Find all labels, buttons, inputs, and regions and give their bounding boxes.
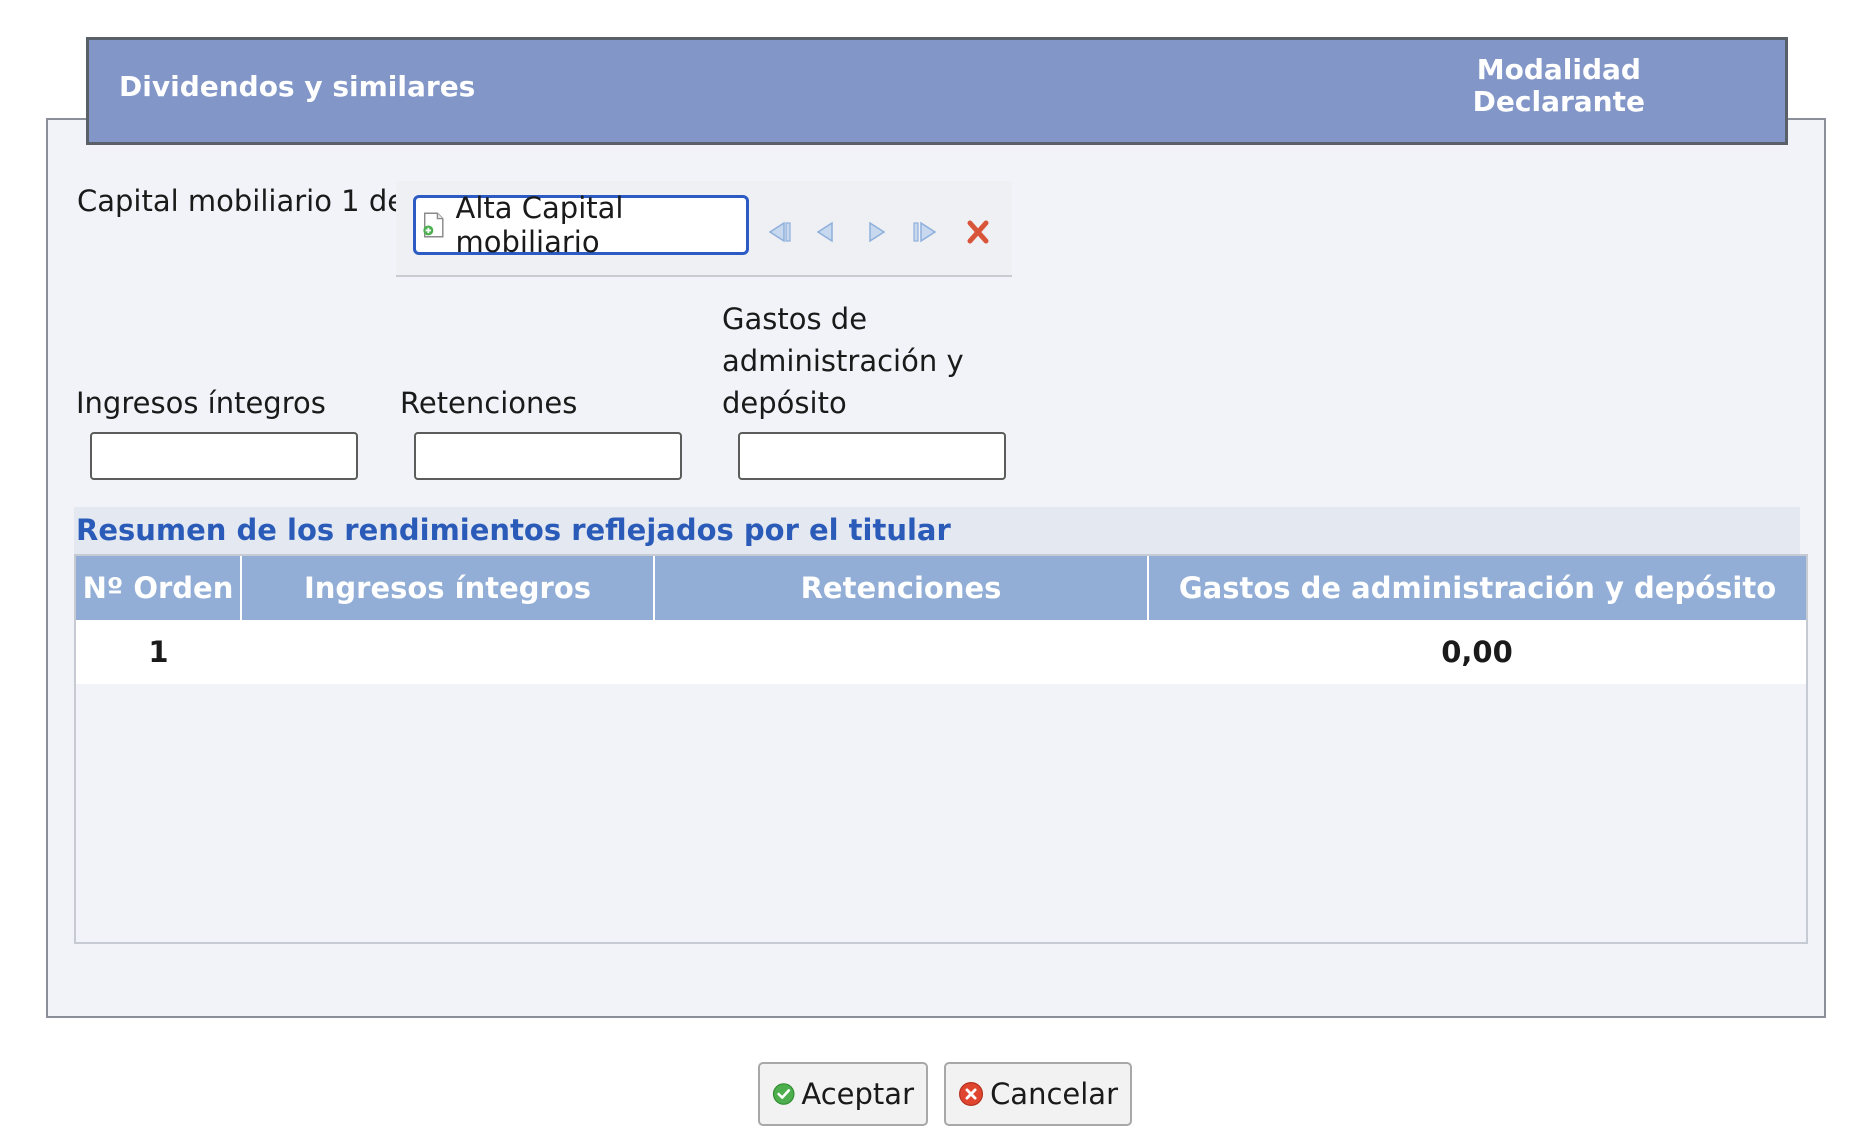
table-header-row: Nº Orden Ingresos íntegros Retenciones G… xyxy=(76,556,1806,620)
last-record-icon[interactable] xyxy=(910,217,942,247)
cell-orden: 1 xyxy=(76,620,241,684)
summary-title: Resumen de los rendimientos reflejados p… xyxy=(76,513,951,547)
column-header-ingresos[interactable]: Ingresos íntegros xyxy=(241,556,655,620)
column-header-gastos[interactable]: Gastos de administración y depósito xyxy=(1148,556,1806,620)
check-icon xyxy=(772,1083,795,1105)
modalidad-line-1: Modalidad xyxy=(1476,53,1641,86)
add-capital-label: Alta Capital mobiliario xyxy=(455,191,624,259)
section-header: Dividendos y similares Modalidad Declara… xyxy=(86,37,1788,145)
next-record-icon[interactable] xyxy=(860,217,892,247)
new-document-icon xyxy=(423,212,444,238)
accept-label: Aceptar xyxy=(801,1077,914,1111)
modalidad-label: Modalidad Declarante xyxy=(1473,54,1645,118)
gastos-label-line-1: Gastos de xyxy=(722,302,868,336)
gastos-input[interactable] xyxy=(738,432,1006,480)
retenciones-input[interactable] xyxy=(414,432,682,480)
delete-record-icon[interactable] xyxy=(962,217,994,247)
record-counter: Capital mobiliario 1 de 1 xyxy=(77,184,433,218)
summary-table: Nº Orden Ingresos íntegros Retenciones G… xyxy=(76,556,1806,684)
record-toolbar: Alta Capital mobiliario xyxy=(396,181,1012,277)
summary-table-container: Nº Orden Ingresos íntegros Retenciones G… xyxy=(74,554,1808,944)
accept-button[interactable]: Aceptar xyxy=(758,1062,928,1126)
cancel-icon xyxy=(959,1081,984,1107)
ingresos-label: Ingresos íntegros xyxy=(76,386,326,420)
cancel-label: Cancelar xyxy=(990,1077,1118,1111)
retenciones-label: Retenciones xyxy=(400,386,578,420)
table-row[interactable]: 1 0,00 xyxy=(76,620,1806,684)
cell-gastos: 0,00 xyxy=(1148,620,1806,684)
previous-record-icon[interactable] xyxy=(810,217,842,247)
gastos-label-line-3: depósito xyxy=(722,386,847,420)
ingresos-input[interactable] xyxy=(90,432,358,480)
first-record-icon[interactable] xyxy=(762,217,794,247)
summary-title-bar: Resumen de los rendimientos reflejados p… xyxy=(74,507,1800,555)
cell-retenciones xyxy=(654,620,1148,684)
gastos-label-line-2: administración y xyxy=(722,344,964,378)
column-header-orden[interactable]: Nº Orden xyxy=(76,556,242,620)
add-capital-button[interactable]: Alta Capital mobiliario xyxy=(413,191,749,259)
cell-ingresos xyxy=(241,620,654,684)
cancel-button[interactable]: Cancelar xyxy=(944,1062,1132,1126)
column-header-retenciones[interactable]: Retenciones xyxy=(654,556,1149,620)
gastos-label: Gastos de administración y depósito xyxy=(722,298,964,424)
section-title: Dividendos y similares xyxy=(119,70,476,103)
modalidad-line-2: Declarante xyxy=(1472,85,1645,118)
